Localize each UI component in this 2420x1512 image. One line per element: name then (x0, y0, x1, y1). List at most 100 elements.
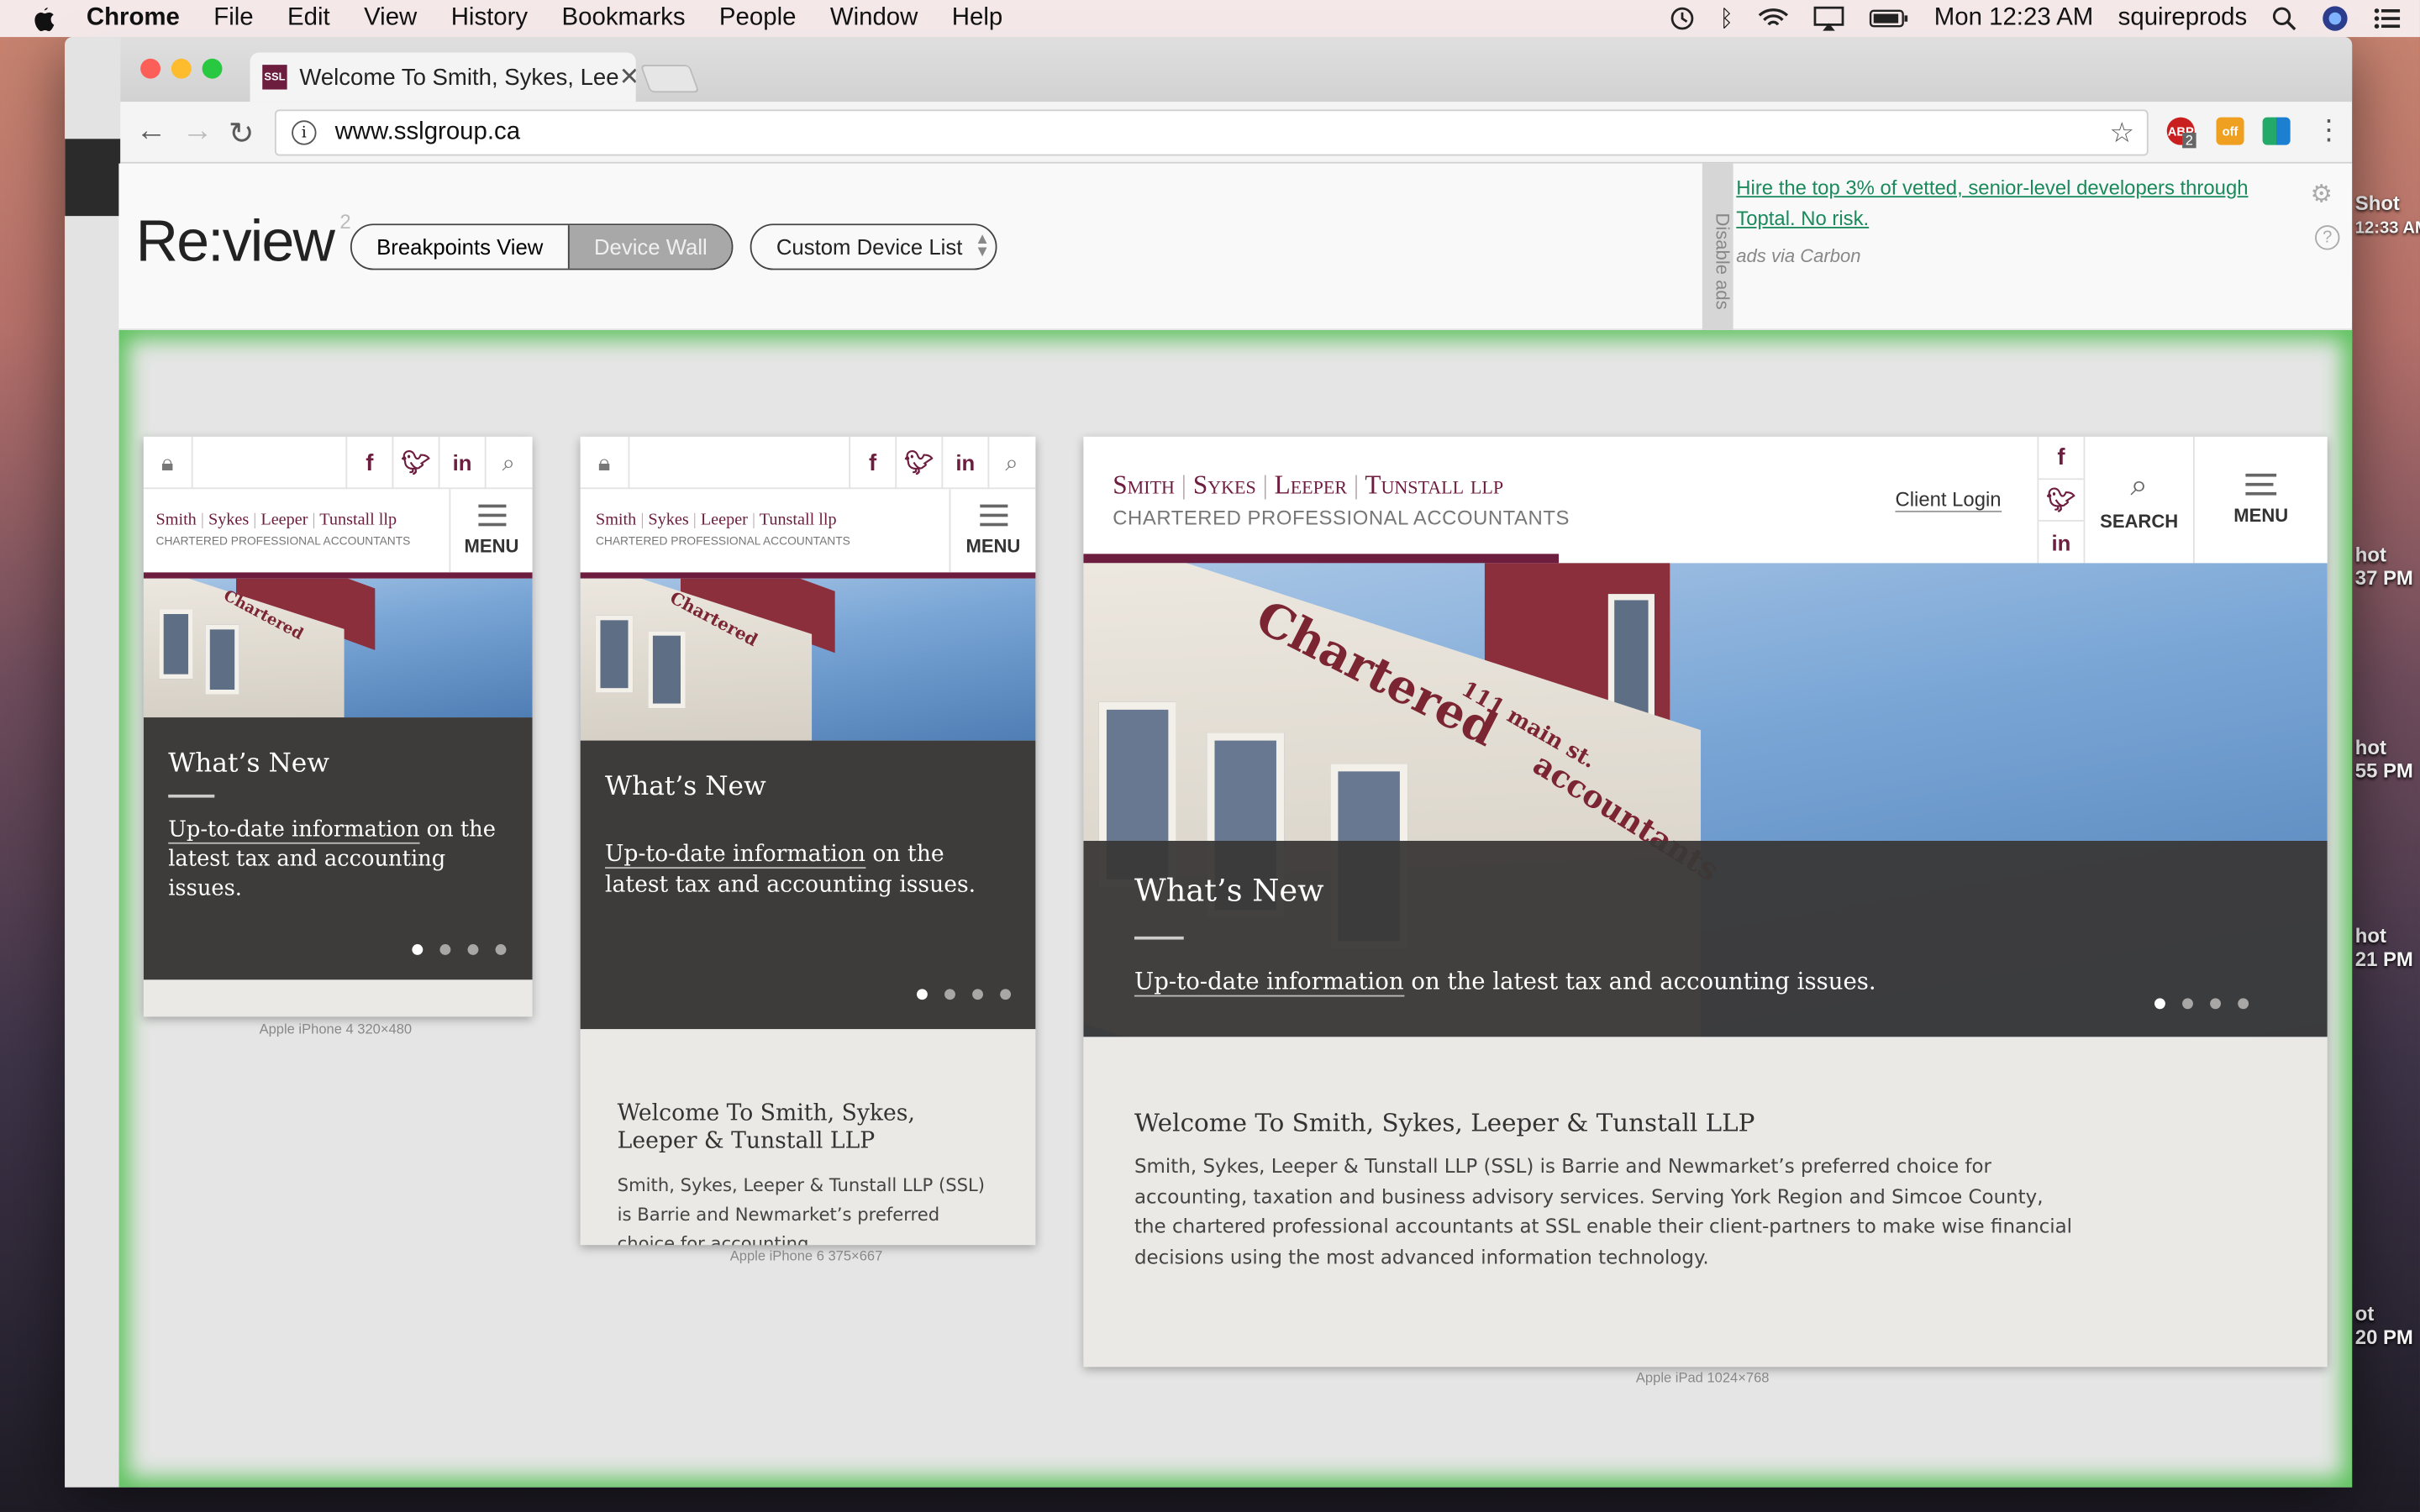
desktop-file-label[interactable]: hot 37 PM (2355, 543, 2413, 590)
menu-view[interactable]: View (364, 5, 417, 33)
custom-device-list-select[interactable]: Custom Device List ▲ ▼ (750, 223, 997, 270)
brand-subtitle: CHARTERED PROFESSIONAL ACCOUNTANTS (1113, 506, 1570, 529)
device-wall: 🔒︎ f 🐦︎ in ⌕ Smith | Sykes | Leeper | Tu… (118, 330, 2353, 1488)
carousel-dots[interactable] (412, 944, 507, 955)
tab-close-icon[interactable]: ✕ (619, 61, 636, 92)
review-extension-icon[interactable] (2262, 117, 2291, 145)
news-link[interactable]: Up-to-date information (1134, 967, 1404, 997)
brand-name[interactable]: Smith | Sykes | Leeper | Tunstall llp (1113, 470, 1503, 501)
device-iphone4[interactable]: 🔒︎ f 🐦︎ in ⌕ Smith | Sykes | Leeper | Tu… (143, 436, 533, 1017)
desktop-file-label[interactable]: hot 21 PM (2355, 924, 2413, 970)
facebook-icon[interactable]: f (2037, 436, 2084, 480)
reload-icon[interactable]: ↻ (229, 114, 255, 153)
device-iphone6[interactable]: 🔒︎ f 🐦︎ in ⌕ Smith | Sykes | Leeper | Tu… (580, 436, 1036, 1246)
tab-title: Welcome To Smith, Sykes, Lee (299, 64, 619, 91)
menu-people[interactable]: People (719, 5, 797, 33)
menu-bookmarks[interactable]: Bookmarks (562, 5, 686, 33)
disable-ads-button[interactable]: Disable ads (1702, 163, 1733, 331)
carousel-dots[interactable] (916, 989, 1012, 1000)
page-viewport: Re:view 2 Breakpoints View Device Wall Cu… (118, 163, 2353, 1488)
linkedin-icon[interactable]: in (941, 436, 987, 490)
chrome-menu-icon[interactable]: ⋮ (2315, 114, 2343, 147)
lock-icon[interactable]: 🔒︎ (144, 436, 193, 490)
browser-tab[interactable]: SSL Welcome To Smith, Sykes, Lee ✕ (250, 52, 636, 102)
airplay-icon[interactable] (1813, 6, 1845, 31)
news-link[interactable]: Up-to-date information (168, 817, 420, 844)
twitter-icon[interactable]: 🐦︎ (392, 436, 439, 490)
menu-file[interactable]: File (213, 5, 253, 33)
search-icon[interactable]: ⌕ (484, 436, 531, 490)
hamburger-icon (979, 504, 1007, 527)
ssl-favicon-icon: SSL (262, 65, 287, 90)
search-button[interactable]: ⌕ SEARCH (2083, 436, 2193, 564)
battery-icon[interactable] (1870, 9, 1910, 28)
wifi-icon[interactable] (1758, 8, 1789, 29)
siri-icon[interactable] (2321, 5, 2349, 33)
gear-icon[interactable]: ⚙ (2311, 179, 2333, 210)
tab-strip: SSL Welcome To Smith, Sykes, Lee ✕ (120, 37, 2353, 102)
apple-icon[interactable] (31, 2, 65, 35)
facebook-icon[interactable]: f (849, 436, 895, 490)
device-ipad[interactable]: Smith | Sykes | Leeper | Tunstall llp CH… (1083, 436, 2328, 1368)
notification-center-icon[interactable] (2374, 8, 2402, 29)
menu-button[interactable]: MENU (449, 489, 532, 573)
menubar-user[interactable]: squireprods (2118, 5, 2248, 33)
utility-bar: 🔒︎ f 🐦︎ in ⌕ (143, 436, 533, 490)
menu-button[interactable]: MENU (2192, 436, 2328, 564)
twitter-icon[interactable]: 🐦︎ (2037, 480, 2084, 522)
menu-history[interactable]: History (451, 5, 528, 33)
ads-via-carbon[interactable]: ads via Carbon (1736, 245, 1860, 267)
search-icon[interactable]: ⌕ (987, 436, 1034, 490)
welcome-title: Welcome To Smith, Sykes, Leeper & Tunsta… (617, 1101, 915, 1154)
desktop-file-label[interactable]: ot 20 PM (2355, 1302, 2413, 1348)
bookmark-star-icon[interactable]: ☆ (2110, 117, 2135, 150)
forward-arrow-icon[interactable]: → (182, 114, 213, 150)
bluetooth-icon[interactable]: ᛒ (1719, 5, 1733, 31)
close-window-button[interactable] (140, 58, 161, 79)
breakpoints-view-button[interactable]: Breakpoints View (352, 225, 568, 268)
menu-app-name[interactable]: Chrome (87, 5, 180, 33)
desktop-file-label[interactable]: Shot12:33 AM (2355, 192, 2420, 238)
brand-name[interactable]: Smith | Sykes | Leeper | Tunstall llp (156, 511, 397, 529)
device-label: Apple iPad 1024×768 (1635, 1369, 1770, 1386)
new-tab-button[interactable] (639, 65, 700, 93)
menu-edit[interactable]: Edit (287, 5, 330, 33)
hoverzoom-extension-icon[interactable]: off (2216, 117, 2244, 145)
facebook-icon[interactable]: f (345, 436, 392, 490)
device-label: Apple iPhone 6 375×667 (729, 1247, 883, 1264)
carbon-ad-link[interactable]: Hire the top 3% of vetted, senior-level … (1736, 173, 2276, 234)
help-icon[interactable]: ? (2315, 225, 2340, 250)
chrome-window: SSL Welcome To Smith, Sykes, Lee ✕ ← → ↻… (65, 37, 2353, 1488)
spotlight-icon[interactable] (2272, 6, 2296, 31)
whats-new-title: What’s New (168, 748, 329, 780)
news-link[interactable]: Up-to-date information (604, 842, 865, 869)
linkedin-icon[interactable]: in (2037, 521, 2083, 564)
carousel-dots[interactable] (2154, 998, 2249, 1010)
desktop-file-label[interactable]: hot 55 PM (2355, 736, 2413, 782)
menu-help[interactable]: Help (952, 5, 1002, 33)
back-arrow-icon[interactable]: ← (136, 114, 167, 150)
timemachine-icon[interactable] (1670, 6, 1695, 30)
whats-new-title: What’s New (604, 771, 766, 803)
menubar-clock[interactable]: Mon 12:23 AM (1934, 5, 2093, 33)
browser-toolbar: ← → ↻ i www.sslgroup.ca ☆ ABP 2 off ⋮ (120, 102, 2353, 164)
menu-window[interactable]: Window (830, 5, 918, 33)
url-text[interactable]: www.sslgroup.ca (335, 118, 520, 146)
address-bar[interactable]: i www.sslgroup.ca ☆ (274, 109, 2149, 156)
minimize-window-button[interactable] (171, 58, 192, 79)
site-header: Smith | Sykes | Leeper | Tunstall llp CH… (1083, 436, 2328, 564)
linkedin-icon[interactable]: in (438, 436, 485, 490)
divider (1134, 936, 1184, 940)
whats-new-panel: What’s New Up-to-date information on the… (1083, 841, 2328, 1037)
brand-name[interactable]: Smith | Sykes | Leeper | Tunstall llp (596, 511, 837, 529)
zoom-window-button[interactable] (202, 58, 223, 79)
menu-button[interactable]: MENU (949, 489, 1036, 573)
info-icon[interactable]: i (292, 120, 317, 145)
client-login-link[interactable]: Client Login (1895, 487, 2002, 512)
whats-new-title: What’s New (1134, 871, 1324, 909)
hamburger-icon (2245, 473, 2277, 496)
lock-icon[interactable]: 🔒︎ (581, 436, 630, 490)
twitter-icon[interactable]: 🐦︎ (895, 436, 941, 490)
device-wall-button[interactable]: Device Wall (567, 225, 733, 269)
mac-menubar: Chrome File Edit View History Bookmarks … (0, 0, 2420, 38)
